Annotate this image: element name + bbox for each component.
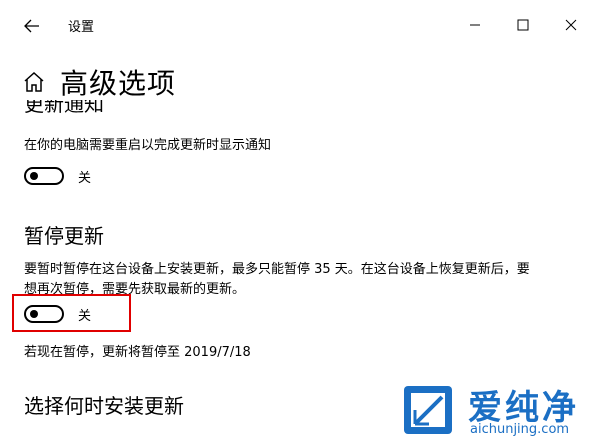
close-button[interactable] bbox=[548, 6, 594, 44]
pause-updates-toggle-label: 关 bbox=[78, 308, 92, 324]
watermark-url: aichunjing.com bbox=[470, 422, 570, 437]
close-icon bbox=[565, 19, 577, 31]
section-heading-choose-when: 选择何时安装更新 bbox=[24, 394, 184, 418]
update-notify-description: 在你的电脑需要重启以完成更新时显示通知 bbox=[24, 138, 272, 153]
toggle-knob bbox=[30, 310, 38, 318]
pause-until-text: 若现在暂停，更新将暂停至 2019/7/18 bbox=[24, 345, 251, 360]
update-notify-toggle-label: 关 bbox=[78, 170, 92, 186]
minimize-button[interactable] bbox=[452, 6, 498, 44]
back-button[interactable] bbox=[14, 8, 50, 44]
maximize-icon bbox=[517, 19, 529, 31]
pause-updates-toggle[interactable] bbox=[24, 305, 64, 323]
update-notify-toggle-row[interactable]: 关 bbox=[24, 165, 91, 187]
toggle-knob bbox=[30, 172, 38, 180]
back-arrow-icon bbox=[24, 19, 39, 33]
section-heading-update-notify: 更新通知 bbox=[24, 100, 104, 116]
minimize-icon bbox=[470, 24, 480, 26]
title-bar: 设置 bbox=[0, 0, 600, 50]
section-heading-pause-updates: 暂停更新 bbox=[24, 224, 104, 248]
update-notify-toggle[interactable] bbox=[24, 167, 64, 185]
settings-window: 设置 高级选项 更新通知 在你的电脑需要重启以完成更新时显示通知 关 暂停更新 … bbox=[0, 0, 600, 443]
watermark-logo: 爱纯净 aichunjing.com bbox=[398, 378, 600, 443]
maximize-button[interactable] bbox=[500, 6, 546, 44]
home-icon[interactable] bbox=[22, 70, 46, 94]
window-title: 设置 bbox=[68, 20, 95, 35]
page-title: 高级选项 bbox=[60, 67, 177, 100]
pause-updates-toggle-row[interactable]: 关 bbox=[24, 303, 91, 325]
brand-logo-icon bbox=[404, 386, 452, 434]
pause-updates-description-line1: 要暂时暂停在这台设备上安装更新，最多只能暂停 35 天。在这台设备上恢复更新后，… bbox=[24, 262, 530, 277]
